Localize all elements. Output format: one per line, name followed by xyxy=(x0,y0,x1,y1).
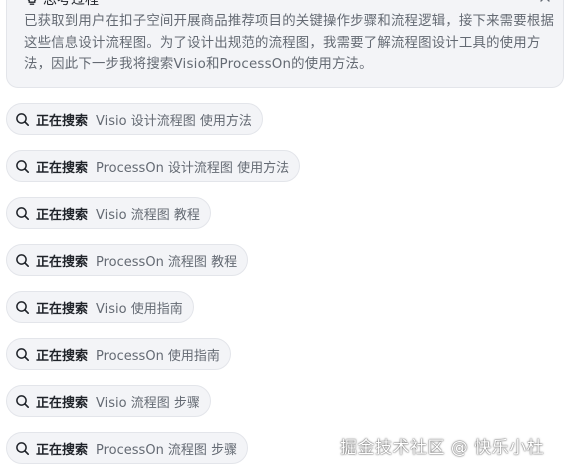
search-query-text: ProcessOn 使用指南 xyxy=(96,348,220,364)
search-status-label: 正在搜索 xyxy=(36,301,89,317)
thinking-header[interactable]: 思考过程 xyxy=(25,0,99,9)
search-status-label: 正在搜索 xyxy=(36,395,89,411)
thinking-text: 已获取到用户在扣子空间开展商品推荐项目的关键操作步骤和流程逻辑，接下来需要根据这… xyxy=(24,14,555,73)
search-status-label: 正在搜索 xyxy=(36,348,89,364)
search-query-text: Visio 流程图 步骤 xyxy=(96,395,200,411)
watermark: 掘金技术社区 @ 快乐小杜 xyxy=(340,438,545,458)
search-status-pill[interactable]: 正在搜索 ProcessOn 流程图 步骤 xyxy=(6,432,249,464)
search-icon xyxy=(16,112,29,126)
search-status-pill[interactable]: 正在搜索 Visio 流程图 教程 xyxy=(6,197,211,229)
search-status-pill[interactable]: 正在搜索 ProcessOn 流程图 教程 xyxy=(6,244,249,276)
search-status-pill[interactable]: 正在搜索 ProcessOn 设计流程图 使用方法 xyxy=(6,150,301,182)
search-icon xyxy=(16,347,29,361)
search-query-text: ProcessOn 流程图 教程 xyxy=(96,254,238,270)
lightbulb-icon xyxy=(27,0,37,5)
page: 思考过程 已获取到用户在扣子空间开展商品推荐项目的关键操作步骤和流程逻辑，接下来… xyxy=(0,0,576,471)
search-query-text: Visio 设计流程图 使用方法 xyxy=(96,113,252,129)
search-icon xyxy=(16,441,29,455)
search-icon xyxy=(16,253,29,267)
search-status-label: 正在搜索 xyxy=(36,113,89,129)
search-icon xyxy=(16,300,29,314)
search-status-pill[interactable]: 正在搜索 Visio 设计流程图 使用方法 xyxy=(6,103,263,135)
search-status-label: 正在搜索 xyxy=(36,207,89,223)
search-query-text: ProcessOn 流程图 步骤 xyxy=(96,442,238,458)
search-status-pill[interactable]: 正在搜索 Visio 使用指南 xyxy=(6,291,194,323)
search-icon xyxy=(16,394,29,408)
search-icon xyxy=(16,159,29,173)
thinking-process-panel: 思考过程 已获取到用户在扣子空间开展商品推荐项目的关键操作步骤和流程逻辑，接下来… xyxy=(6,0,564,88)
search-icon xyxy=(16,206,29,220)
search-query-text: Visio 流程图 教程 xyxy=(96,207,200,223)
search-status-label: 正在搜索 xyxy=(36,254,89,270)
search-status-pill[interactable]: 正在搜索 ProcessOn 使用指南 xyxy=(6,338,231,370)
chevron-up-icon[interactable] xyxy=(537,0,553,7)
search-query-text: ProcessOn 设计流程图 使用方法 xyxy=(96,160,290,176)
search-status-label: 正在搜索 xyxy=(36,160,89,176)
search-query-text: Visio 使用指南 xyxy=(96,301,183,317)
search-status-label: 正在搜索 xyxy=(36,442,89,458)
thinking-title: 思考过程 xyxy=(43,0,99,8)
search-status-pill[interactable]: 正在搜索 Visio 流程图 步骤 xyxy=(6,385,211,417)
